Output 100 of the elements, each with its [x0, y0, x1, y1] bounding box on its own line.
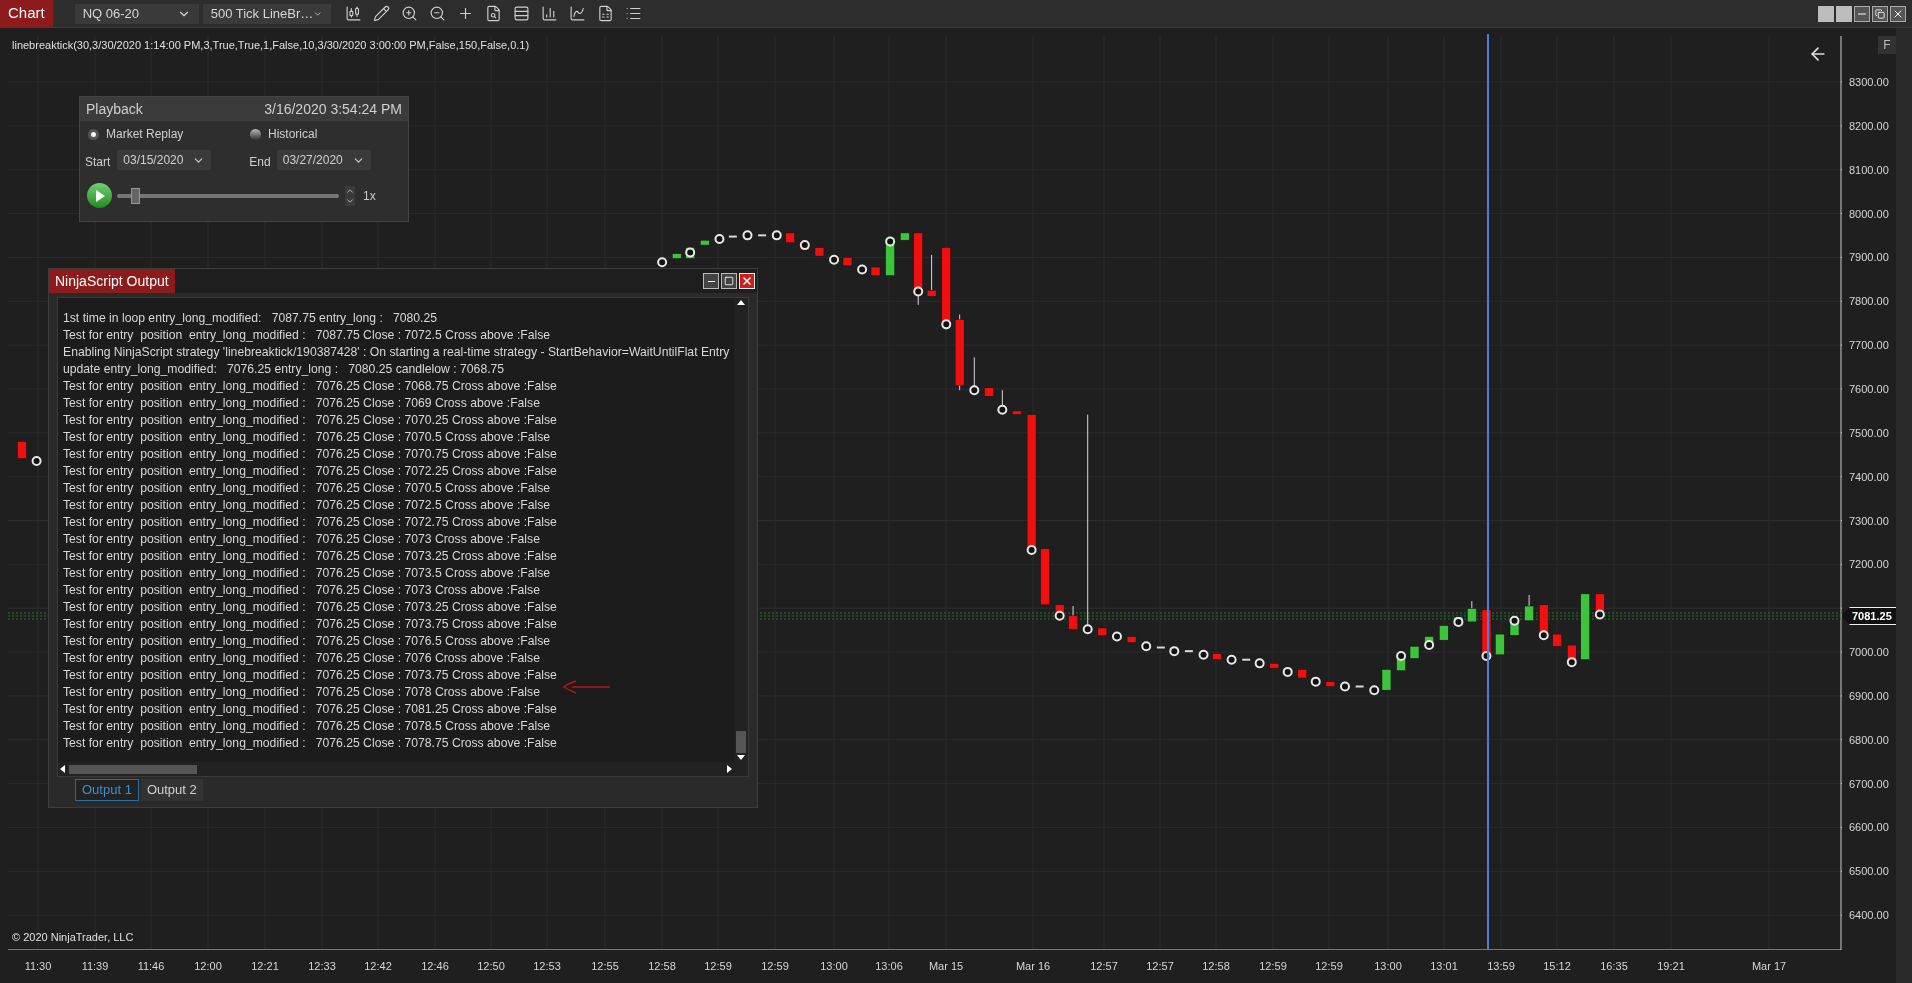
playback-title: Playback [86, 99, 143, 119]
candlestick [1594, 593, 1605, 620]
price-axis-label: 7000.00 [1849, 645, 1889, 660]
time-axis-label: 13:59 [1487, 959, 1515, 973]
maximize-button[interactable] [721, 273, 737, 289]
start-label: Start [85, 154, 111, 171]
time-axis-label: 12:55 [591, 959, 619, 973]
candlestick [685, 247, 696, 259]
zoom-out-icon[interactable] [428, 4, 447, 23]
end-date-dropdown[interactable]: 03/27/2020 [276, 150, 371, 170]
candlestick [1198, 649, 1209, 660]
candlestick [885, 236, 896, 276]
candlestick [700, 239, 710, 246]
candlestick [1424, 636, 1435, 651]
time-axis-label: 12:21 [251, 959, 279, 973]
pencil-icon[interactable] [372, 4, 391, 23]
price-axis-label: 7300.00 [1849, 513, 1889, 528]
speed-value: 1x [363, 187, 376, 205]
end-label: End [249, 154, 271, 171]
minimize-button[interactable] [703, 273, 719, 289]
candlestick [1409, 646, 1420, 659]
scroll-right-icon[interactable] [727, 765, 732, 773]
price-axis-label: 6800.00 [1849, 732, 1889, 747]
start-date-dropdown[interactable]: 03/15/2020 [117, 150, 212, 170]
candlestick [1538, 604, 1549, 641]
speed-slider[interactable] [117, 187, 339, 204]
candlestick [672, 253, 682, 259]
play-icon [94, 189, 105, 202]
time-axis-label: 12:42 [364, 959, 392, 973]
candlestick [1241, 658, 1252, 661]
candlestick [1552, 633, 1562, 647]
bar-chart-icon[interactable] [540, 4, 559, 23]
zoom-in-icon[interactable] [400, 4, 419, 23]
time-axis-label: 11:30 [24, 959, 52, 973]
scrollbar-thumb[interactable] [736, 731, 746, 753]
output-tab[interactable]: Output 2 [140, 779, 203, 801]
speed-spinner[interactable] [345, 185, 355, 206]
mode-radio[interactable]: Market Replay [88, 125, 250, 143]
time-axis-label: 13:06 [875, 959, 903, 973]
document-search-icon[interactable] [484, 4, 503, 23]
candlestick [1097, 627, 1108, 636]
scroll-up-icon[interactable] [737, 300, 745, 305]
scroll-left-icon[interactable] [60, 765, 65, 773]
play-button[interactable] [87, 183, 112, 208]
flag-button[interactable]: F [1878, 36, 1896, 54]
candlestick-chart-icon[interactable] [344, 4, 363, 23]
candlestick [829, 254, 840, 265]
time-axis-label: 16:35 [1600, 959, 1628, 973]
mode-radio[interactable]: Historical [250, 125, 318, 143]
indicator-label: linebreaktick(30,3/30/2020 1:14:00 PM,3,True,True,1,False,10,3/30/2020 3:00:00 PM,False,150,False,0.1) [12, 38, 530, 53]
minimize-button[interactable] [1854, 5, 1870, 22]
output-line: Test for entry position entry_long_modified : 7076.25 Close : 7078 Cross above :False [63, 684, 540, 701]
candlestick [842, 257, 853, 267]
candlestick [1566, 644, 1577, 668]
output-tab[interactable]: Output 1 [75, 779, 139, 801]
output-line: Test for entry position entry_long_modified : 7076.25 Close : 7070.5 Cross above :False [63, 480, 551, 497]
time-axis-label: 11:39 [81, 959, 109, 973]
time-axis-label: 13:01 [1430, 959, 1458, 973]
candlestick [1068, 605, 1078, 630]
time-axis-label: 12:33 [308, 959, 336, 973]
time-axis-label: 12:59 [704, 959, 732, 973]
price-axis-label: 8200.00 [1849, 118, 1889, 133]
price-axis-label: 6700.00 [1849, 776, 1889, 791]
time-axis-label: 12:50 [477, 959, 505, 973]
price-axis-label: 8000.00 [1849, 206, 1889, 221]
line-chart-icon[interactable] [568, 4, 587, 23]
annotation-arrow-icon [562, 680, 612, 694]
scrollbar-thumb[interactable] [69, 764, 197, 774]
price-axis-label: 6500.00 [1849, 864, 1889, 879]
current-price-tag: 7081.25 [1841, 607, 1897, 625]
candlestick [1439, 625, 1449, 641]
vertical-scrollbar[interactable] [734, 298, 748, 762]
time-axis-label: Mar 15 [928, 959, 964, 973]
scroll-down-icon[interactable] [737, 755, 745, 760]
output-line: Test for entry position entry_long_modified : 7076.25 Close : 7078.5 Cross above :False [63, 718, 551, 735]
candlestick [1226, 654, 1237, 665]
interval-dropdown[interactable]: 500 Tick LineBr… [202, 3, 331, 24]
output-line: Test for entry position entry_long_modified : 7076.25 Close : 7072.75 Cross above :False [63, 514, 557, 531]
time-axis-label: 12:59 [761, 959, 789, 973]
window-control-button[interactable] [1836, 5, 1852, 22]
output-line: Test for entry position entry_long_modified : 7076.25 Close : 7078.75 Cross above :False [63, 735, 557, 752]
output-line: Test for entry position entry_long_modified : 7076.25 Close : 7076 Cross above :False [63, 650, 540, 667]
candlestick [1297, 669, 1308, 679]
spreadsheet-icon[interactable] [596, 4, 615, 23]
panel-layout-icon[interactable] [512, 4, 531, 23]
chart-tab[interactable]: Chart [0, 0, 53, 27]
candlestick [814, 247, 825, 257]
time-axis-label: 12:57 [1090, 959, 1118, 973]
candlestick [1467, 600, 1477, 623]
close-button[interactable] [1890, 5, 1906, 22]
horizontal-scrollbar[interactable] [58, 762, 748, 776]
price-axis-label: 8100.00 [1849, 162, 1889, 177]
instrument-dropdown[interactable]: NQ 06-20 [74, 3, 199, 24]
output-line: Test for entry position entry_long_modified : 7076.25 Close : 7073.5 Cross above :False [63, 565, 551, 582]
window-control-button[interactable] [1818, 5, 1834, 22]
restore-button[interactable] [1872, 5, 1888, 22]
price-axis-label: 6900.00 [1849, 688, 1889, 703]
candlestick [900, 232, 910, 241]
candlestick [1524, 594, 1534, 622]
candlestick [17, 441, 27, 459]
